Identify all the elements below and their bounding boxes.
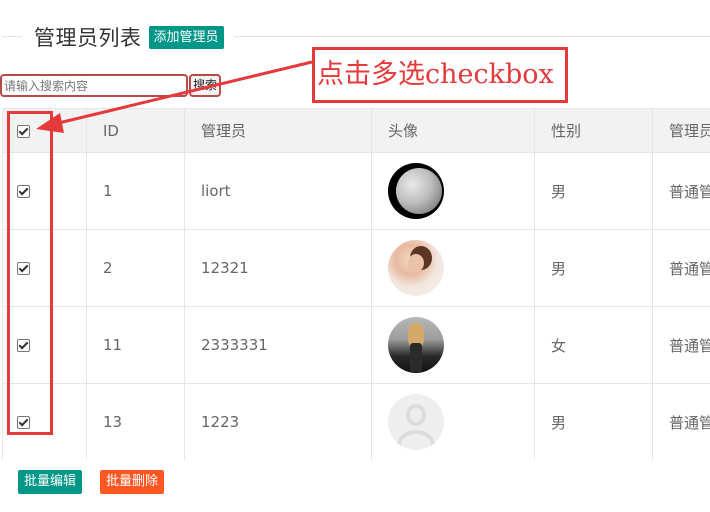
- woman-avatar: [388, 317, 444, 373]
- select-all-checkbox[interactable]: [17, 124, 30, 138]
- woman-avatar: [388, 240, 444, 296]
- row-checkbox[interactable]: [17, 185, 30, 198]
- row-checkbox[interactable]: [17, 416, 30, 429]
- cell-id: 2: [86, 229, 185, 307]
- column-header-gender: 性别: [534, 108, 653, 153]
- cell-id: 11: [86, 306, 185, 384]
- select-all-cell: [2, 108, 87, 153]
- search-input[interactable]: [0, 74, 188, 97]
- cell-gender: 女: [534, 306, 653, 384]
- cell-role: 普通管: [652, 383, 710, 460]
- table-row: 2 12321 男 普通管: [2, 229, 710, 307]
- batch-edit-button[interactable]: 批量编辑: [18, 470, 83, 494]
- moon-avatar: [388, 163, 444, 219]
- fieldset-legend: 管理员列表 添加管理员: [22, 22, 234, 52]
- cell-gender: 男: [534, 152, 653, 230]
- default-avatar: [388, 394, 444, 450]
- cell-admin-name: 2333331: [184, 306, 372, 384]
- column-header-role: 管理员: [652, 108, 710, 153]
- cell-gender: 男: [534, 229, 653, 307]
- admin-table-container: ID 管理员 头像 性别 管理员 1 liort 男 普通管 2 12321 男…: [2, 108, 710, 460]
- cell-admin-name: 1223: [184, 383, 372, 460]
- table-row: 11 2333331 女 普通管: [2, 306, 710, 384]
- column-header-avatar: 头像: [371, 108, 535, 153]
- cell-admin-name: liort: [184, 152, 372, 230]
- annotation-text: 点击多选checkbox: [317, 59, 554, 90]
- batch-delete-button[interactable]: 批量删除: [100, 470, 165, 494]
- admin-table: ID 管理员 头像 性别 管理员 1 liort 男 普通管 2 12321 男…: [2, 108, 710, 460]
- page-title: 管理员列表: [34, 26, 142, 50]
- cell-role: 普通管: [652, 152, 710, 230]
- cell-id: 13: [86, 383, 185, 460]
- table-row: 13 1223 男 普通管: [2, 383, 710, 460]
- cell-role: 普通管: [652, 229, 710, 307]
- cell-gender: 男: [534, 383, 653, 460]
- annotation-callout: 点击多选checkbox: [312, 47, 568, 103]
- cell-role: 普通管: [652, 306, 710, 384]
- search-button[interactable]: 搜索: [189, 74, 221, 97]
- add-admin-button[interactable]: 添加管理员: [148, 25, 224, 49]
- column-header-id: ID: [86, 108, 185, 153]
- table-header-row: ID 管理员 头像 性别 管理员: [2, 108, 710, 153]
- cell-id: 1: [86, 152, 185, 230]
- row-checkbox[interactable]: [17, 339, 30, 352]
- table-row: 1 liort 男 普通管: [2, 152, 710, 230]
- cell-admin-name: 12321: [184, 229, 372, 307]
- row-checkbox[interactable]: [17, 262, 30, 275]
- column-header-admin: 管理员: [184, 108, 372, 153]
